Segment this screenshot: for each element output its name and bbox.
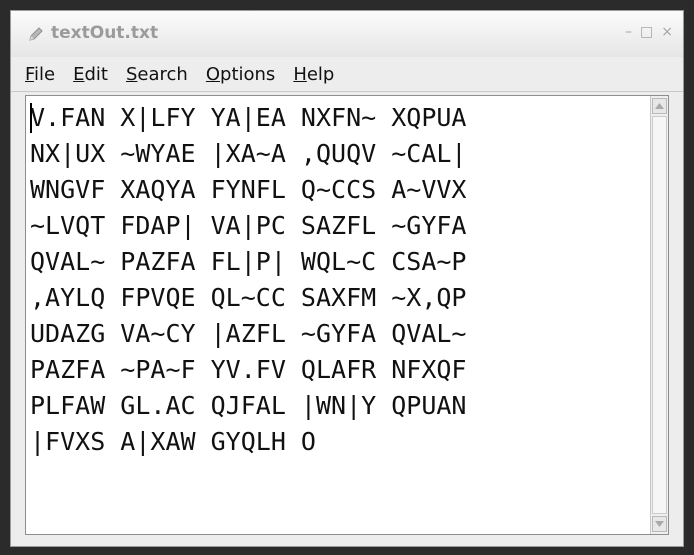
menu-file[interactable]: File [25,64,55,85]
menu-edit-label: dit [84,63,108,85]
scroll-up-button[interactable] [652,98,667,114]
menu-help[interactable]: Help [293,64,334,85]
menu-file-mnemonic: F [25,63,35,85]
scroll-down-button[interactable] [652,516,667,532]
menu-search[interactable]: Search [126,64,188,85]
close-button[interactable]: × [661,23,673,41]
text-editor[interactable]: V.FAN X|LFY YA|EA NXFN~ XQPUA NX|UX ~WYA… [25,95,669,535]
menu-search-mnemonic: S [125,63,138,85]
scrollbar-thumb[interactable] [652,116,667,514]
menu-bar: File Edit Search Options Help [11,57,683,92]
menu-help-mnemonic: H [293,63,307,85]
maximize-button[interactable]: □ [640,23,653,41]
editor-window: textOut.txt – □ × File Edit Search Optio… [10,10,684,547]
arrow-up-icon [655,103,664,109]
window-controls: – □ × [625,23,673,41]
menu-options-label: ptions [220,63,276,85]
minimize-button[interactable]: – [625,23,632,41]
menu-edit-mnemonic: E [73,63,85,85]
menu-options[interactable]: Options [206,64,275,85]
menu-search-label: earch [137,63,188,85]
text-content[interactable]: V.FAN X|LFY YA|EA NXFN~ XQPUA NX|UX ~WYA… [30,100,646,530]
menu-file-label: ile [34,63,56,85]
window-title: textOut.txt [51,23,159,43]
pencil-icon [29,27,43,41]
title-bar[interactable]: textOut.txt – □ × [11,11,683,58]
menu-options-mnemonic: O [205,63,221,85]
menu-edit[interactable]: Edit [73,64,108,85]
arrow-down-icon [655,521,664,527]
menu-help-label: elp [306,63,335,85]
text-caret [30,103,32,133]
vertical-scrollbar[interactable] [650,96,668,534]
